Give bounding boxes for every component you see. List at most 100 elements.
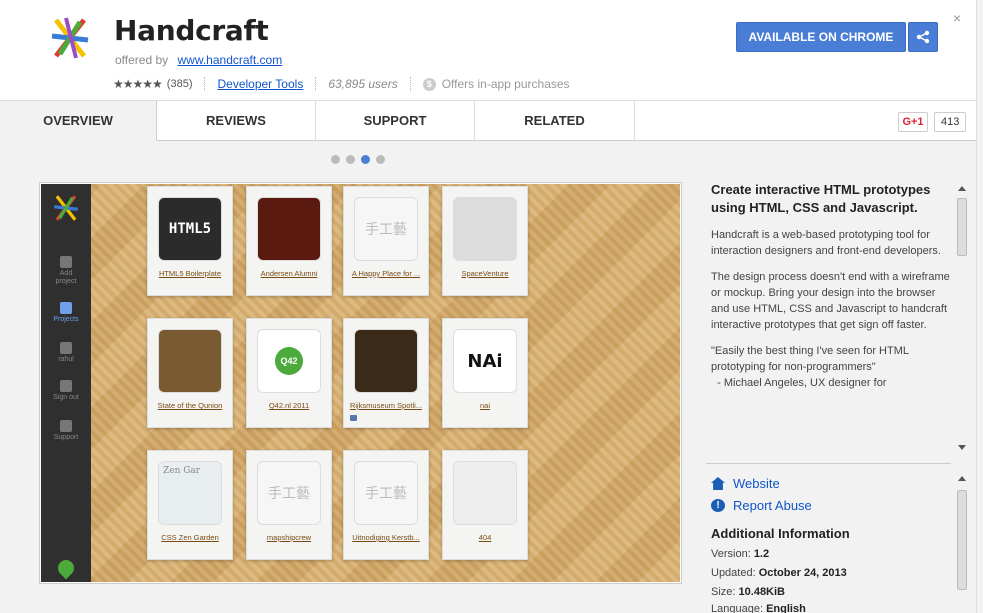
additional-info-title: Additional Information bbox=[711, 526, 850, 541]
project-name[interactable]: A Happy Place for ... bbox=[346, 269, 426, 278]
tab-bar: OVERVIEW REVIEWS SUPPORT RELATED bbox=[0, 101, 976, 141]
meta-row: ★★★★★ (385) Developer Tools 63,895 users… bbox=[113, 76, 570, 92]
sidebar-item-user[interactable]: rahul bbox=[41, 342, 91, 364]
scroll-up-icon[interactable] bbox=[958, 476, 966, 481]
project-card[interactable]: 手工藝 A Happy Place for ... bbox=[343, 186, 429, 296]
project-card[interactable]: 手工藝 Uitnodiging Kerstb... bbox=[343, 450, 429, 560]
home-icon bbox=[711, 477, 725, 490]
plus-icon bbox=[60, 256, 72, 268]
gplus-count: 413 bbox=[934, 112, 967, 132]
scrollbar-thumb[interactable] bbox=[957, 198, 967, 256]
carousel-dot-active[interactable] bbox=[361, 155, 370, 164]
project-name[interactable]: SpaceVenture bbox=[445, 269, 525, 278]
tab-support[interactable]: SUPPORT bbox=[316, 101, 475, 141]
version-row: Version: 1.2 bbox=[711, 548, 770, 560]
report-abuse-label[interactable]: Report Abuse bbox=[733, 498, 812, 513]
size-value: 10.48KiB bbox=[738, 586, 786, 598]
project-card[interactable]: Q42 Q42.nl 2011 bbox=[246, 318, 332, 428]
project-name[interactable]: Q42.nl 2011 bbox=[249, 401, 329, 410]
handcraft-logo-small bbox=[54, 195, 78, 221]
project-card[interactable]: SpaceVenture bbox=[442, 186, 528, 296]
close-icon[interactable]: × bbox=[953, 11, 961, 25]
description-panel: Create interactive HTML prototypes using… bbox=[711, 181, 951, 455]
project-name[interactable]: nai bbox=[445, 401, 525, 410]
description-scrollbar[interactable] bbox=[955, 182, 969, 454]
rating-count[interactable]: (385) bbox=[167, 78, 193, 90]
project-card[interactable]: 404 bbox=[442, 450, 528, 560]
project-thumbnail bbox=[158, 329, 222, 393]
install-button[interactable]: AVAILABLE ON CHROME bbox=[736, 22, 906, 52]
gplus-button[interactable]: G+1 bbox=[898, 112, 928, 132]
project-thumbnail: 手工藝 bbox=[354, 197, 418, 261]
project-name[interactable]: HTML5 Boilerplate bbox=[150, 269, 230, 278]
location-pin-icon bbox=[54, 556, 78, 580]
project-thumbnail: Zen Gar bbox=[158, 461, 222, 525]
project-name[interactable]: Rijksmuseum Spotli... bbox=[346, 401, 426, 410]
offered-by-label: offered by bbox=[115, 53, 169, 67]
rating-stars[interactable]: ★★★★★ bbox=[113, 77, 163, 91]
project-name[interactable]: 404 bbox=[445, 533, 525, 542]
page-scrollbar[interactable] bbox=[976, 0, 983, 613]
project-thumbnail: 手工藝 bbox=[257, 461, 321, 525]
project-name[interactable]: Andersen Alumni bbox=[249, 269, 329, 278]
project-card[interactable]: Rijksmuseum Spotli... bbox=[343, 318, 429, 428]
description-paragraph: The design process doesn't end with a wi… bbox=[711, 271, 950, 331]
coin-icon: $ bbox=[422, 77, 436, 91]
description-quote: "Easily the best thing I've seen for HTM… bbox=[711, 345, 909, 389]
user-icon bbox=[60, 342, 72, 354]
sidebar-item-sign-out[interactable]: Sign out bbox=[41, 380, 91, 402]
carousel-dot[interactable] bbox=[331, 155, 340, 164]
project-card[interactable]: Zen Gar CSS Zen Garden bbox=[147, 450, 233, 560]
offered-by-link[interactable]: www.handcraft.com bbox=[178, 53, 283, 67]
help-icon bbox=[60, 420, 72, 432]
project-thumbnail: 手工藝 bbox=[354, 461, 418, 525]
section-divider bbox=[706, 463, 951, 464]
divider bbox=[409, 77, 411, 91]
project-thumbnail: Q42 bbox=[257, 329, 321, 393]
user-count: 63,895 users bbox=[328, 77, 398, 91]
project-card[interactable]: State of the Qunion bbox=[147, 318, 233, 428]
category-link[interactable]: Developer Tools bbox=[217, 77, 303, 91]
language-value: English bbox=[766, 603, 806, 613]
website-link[interactable]: Website bbox=[711, 476, 780, 491]
carousel-dot[interactable] bbox=[346, 155, 355, 164]
project-name[interactable]: State of the Qunion bbox=[150, 401, 230, 410]
version-value: 1.2 bbox=[753, 548, 770, 560]
app-title: Handcraft bbox=[114, 14, 269, 47]
tab-reviews[interactable]: REVIEWS bbox=[157, 101, 316, 141]
project-card[interactable]: Andersen Alumni bbox=[246, 186, 332, 296]
project-thumbnail bbox=[257, 197, 321, 261]
project-card[interactable]: NAi nai bbox=[442, 318, 528, 428]
project-card[interactable]: 手工藝 mapshipcrew bbox=[246, 450, 332, 560]
offered-by: offered by www.handcraft.com bbox=[115, 53, 282, 67]
sidebar-item-support[interactable]: Support bbox=[41, 420, 91, 442]
tab-overview[interactable]: OVERVIEW bbox=[0, 101, 157, 141]
project-name[interactable]: Uitnodiging Kerstb... bbox=[346, 533, 426, 542]
project-thumbnail: NAi bbox=[453, 329, 517, 393]
edit-icon bbox=[60, 302, 72, 314]
carousel-dots bbox=[331, 155, 385, 164]
report-abuse-link[interactable]: ! Report Abuse bbox=[711, 498, 812, 513]
project-card[interactable]: HTML5 HTML5 Boilerplate bbox=[147, 186, 233, 296]
sidebar-item-projects[interactable]: Projects bbox=[41, 302, 91, 324]
app-header: Handcraft offered by www.handcraft.com ★… bbox=[0, 0, 976, 101]
handcraft-logo bbox=[51, 17, 89, 59]
project-name[interactable]: CSS Zen Garden bbox=[150, 533, 230, 542]
project-thumbnail bbox=[453, 197, 517, 261]
scrollbar-thumb[interactable] bbox=[957, 490, 967, 590]
sidebar-item-add-project[interactable]: Add project bbox=[41, 256, 91, 286]
project-thumbnail bbox=[453, 461, 517, 525]
project-thumbnail: HTML5 bbox=[158, 197, 222, 261]
project-name[interactable]: mapshipcrew bbox=[249, 533, 329, 542]
app-screenshot: Add project Projects rahul Sign out Suppo… bbox=[39, 182, 682, 584]
website-link-label[interactable]: Website bbox=[733, 476, 780, 491]
description-paragraph: Handcraft is a web-based prototyping too… bbox=[711, 229, 941, 257]
project-thumbnail bbox=[354, 329, 418, 393]
scroll-up-icon[interactable] bbox=[958, 186, 966, 191]
q42-pin-icon: Q42 bbox=[275, 347, 303, 375]
info-scrollbar[interactable] bbox=[955, 472, 969, 613]
share-button[interactable] bbox=[908, 22, 938, 52]
carousel-dot[interactable] bbox=[376, 155, 385, 164]
tab-related[interactable]: RELATED bbox=[475, 101, 635, 141]
scroll-down-icon[interactable] bbox=[958, 445, 966, 450]
